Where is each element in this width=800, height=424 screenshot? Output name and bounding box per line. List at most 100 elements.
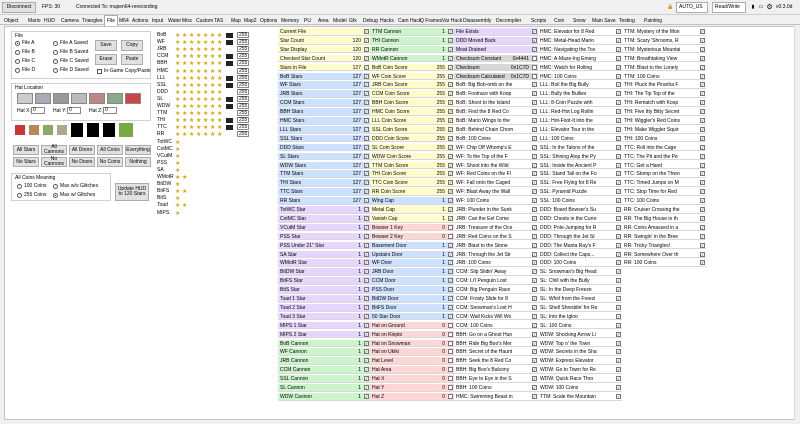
variable-checkbox[interactable]: ✓ (448, 189, 453, 195)
set-no-coins-button[interactable]: No Coins (97, 157, 123, 167)
variable-row[interactable]: BoB Stars 127 ✓ (278, 72, 370, 81)
variable-value[interactable]: 127 (353, 74, 361, 80)
variable-value[interactable]: 127 (353, 127, 361, 133)
coin-meaning-radio[interactable] (17, 193, 22, 198)
variable-value[interactable]: 255 (437, 189, 445, 195)
variable-checkbox[interactable]: ✓ (616, 260, 621, 266)
variable-row[interactable]: SL: Shell Shreddin' for Re ✓ (538, 303, 622, 312)
tab-scripts[interactable]: Scripts (529, 16, 548, 25)
variable-row[interactable]: BBH: Big Boo's Balcony ✓ (454, 366, 538, 374)
variable-checkbox[interactable]: ✓ (532, 171, 537, 177)
variable-row[interactable]: WF: Red Coins on the Fl ✓ (454, 170, 538, 179)
cannon-icon[interactable] (226, 47, 233, 53)
variable-row[interactable]: Stars in File 127 ✓ (278, 63, 370, 72)
variable-row[interactable]: THI: Wiggler's Red Coins ✓ (622, 117, 706, 125)
variable-row[interactable]: HMC: 100 Coins ✓ (538, 72, 622, 81)
variable-value[interactable]: 1 (358, 252, 361, 258)
variable-checkbox[interactable]: ✓ (616, 304, 621, 310)
star-icon[interactable]: ★ (210, 124, 215, 131)
variable-value[interactable]: 1 (358, 296, 361, 302)
vanish-cap-icon[interactable] (43, 125, 53, 135)
variable-row[interactable]: 50 Star Door 1 ✓ (370, 312, 454, 321)
variable-value[interactable]: 1 (358, 269, 361, 275)
star-icon[interactable]: ★ (210, 110, 215, 117)
variable-row[interactable]: SSL: Free Flying for 8 Re ✓ (538, 179, 622, 187)
variable-checkbox[interactable] (448, 233, 453, 239)
variable-value[interactable]: 120 (353, 56, 361, 62)
variable-row[interactable]: WF: 100 Coins ✓ (454, 197, 538, 205)
variable-value[interactable]: 255 (437, 171, 445, 177)
set-no-cannons-button[interactable]: No Cannons (41, 157, 67, 167)
variable-checkbox[interactable]: ✓ (700, 153, 705, 159)
star-icon[interactable]: ★ (175, 188, 180, 195)
variable-checkbox[interactable]: ✓ (616, 367, 621, 373)
variable-checkbox[interactable]: ✓ (532, 109, 537, 115)
star-icon[interactable]: ★ (189, 46, 194, 53)
variable-value[interactable]: 1 (442, 260, 445, 266)
variable-value[interactable]: 0 (442, 332, 445, 338)
variable-row[interactable]: JRB: Can the Eel Come ✓ (454, 214, 538, 223)
variable-checkbox[interactable] (448, 367, 453, 373)
variable-value[interactable]: 127 (353, 145, 361, 151)
variable-checkbox[interactable]: ✓ (700, 118, 705, 123)
variable-row[interactable]: TTM: Blast to the Lonely ✓ (622, 63, 706, 72)
star-icon[interactable]: ★ (175, 160, 180, 167)
variable-row[interactable]: THI: The Tip Top of the ✓ (622, 90, 706, 98)
variable-checkbox[interactable]: ✓ (700, 46, 705, 52)
variable-row[interactable]: THI: Rematch with Koop ✓ (622, 99, 706, 107)
variable-checkbox[interactable]: ✓ (532, 162, 537, 168)
variable-checkbox[interactable]: ✓ (532, 260, 537, 266)
variable-row[interactable]: Basement Door 1 ✓ (370, 241, 454, 250)
variable-value[interactable]: 1 (358, 260, 361, 266)
variable-checkbox[interactable]: ✓ (364, 82, 369, 88)
variable-row[interactable]: Bowser 1 Key 0 (370, 223, 454, 232)
coin-score-input[interactable]: 255 (237, 53, 249, 60)
star-icon[interactable]: ★ (175, 139, 180, 146)
star-icon[interactable]: ★ (203, 68, 208, 75)
variable-row[interactable]: Hat Level 0 (370, 357, 454, 365)
tab-testing[interactable]: Testing (617, 16, 637, 25)
variable-checkbox[interactable] (448, 331, 453, 337)
variable-checkbox[interactable]: ✓ (700, 37, 705, 43)
set-all-cannons-button[interactable]: All Cannons (41, 145, 67, 155)
variable-row[interactable]: Moat Drained ✓ (454, 45, 538, 54)
variable-checkbox[interactable]: ✓ (700, 55, 705, 61)
variable-value[interactable]: 0 (442, 323, 445, 329)
variable-row[interactable]: Checksum 0x1C7D (454, 63, 538, 72)
variable-checkbox[interactable]: ✓ (448, 251, 453, 257)
variable-value[interactable]: 1 (442, 243, 445, 249)
variable-row[interactable]: Hat on Ground 0 (370, 321, 454, 330)
star-icon[interactable]: ★ (203, 46, 208, 53)
variable-checkbox[interactable]: ✓ (364, 242, 369, 248)
variable-checkbox[interactable]: ✓ (616, 198, 621, 204)
tab-tas[interactable]: TAS (212, 16, 225, 25)
variable-row[interactable]: Vanish Cap 1 ✓ (370, 214, 454, 223)
variable-row[interactable]: WF Stars 127 ✓ (278, 81, 370, 90)
coin-score-input[interactable]: 255 (237, 95, 249, 102)
variable-value[interactable]: 1 (358, 332, 361, 338)
variable-row[interactable]: RR: Somewhere Over th ✓ (622, 250, 706, 259)
variable-value[interactable]: 255 (437, 136, 445, 142)
variable-row[interactable]: TTM Stars 127 ✓ (278, 170, 370, 179)
variable-checkbox[interactable]: ✓ (532, 233, 537, 239)
variable-checkbox[interactable]: ✓ (364, 313, 369, 319)
variable-checkbox[interactable]: ✓ (364, 260, 369, 266)
star-icon[interactable]: ★ (196, 131, 201, 138)
variable-row[interactable]: LLL: Elevator Tour in the ✓ (538, 125, 622, 134)
tab-area[interactable]: Area (316, 16, 331, 25)
variable-row[interactable]: WF Door 1 ✓ (370, 259, 454, 268)
window-icon[interactable]: ▭ (758, 2, 764, 13)
variable-row[interactable]: SL Coin Score 255 ✓ (370, 143, 454, 152)
variable-row[interactable]: BitS Star 1 ✓ (278, 286, 370, 294)
star-icon[interactable]: ★ (189, 89, 194, 96)
variable-checkbox[interactable]: ✓ (700, 189, 705, 195)
variable-row[interactable]: HMC: A-Maze-Ing Emerg ✓ (538, 54, 622, 63)
variable-checkbox[interactable]: ✓ (700, 144, 705, 150)
variable-row[interactable]: DDD: Board Bowser's Su ✓ (538, 206, 622, 214)
star-icon[interactable]: ★ (189, 60, 194, 67)
variable-checkbox[interactable]: ✓ (532, 46, 537, 52)
star-icon[interactable]: ★ (182, 32, 187, 39)
star-icon[interactable]: ★ (175, 110, 180, 117)
variable-checkbox[interactable]: ✓ (364, 296, 369, 301)
variable-checkbox[interactable] (448, 358, 453, 364)
